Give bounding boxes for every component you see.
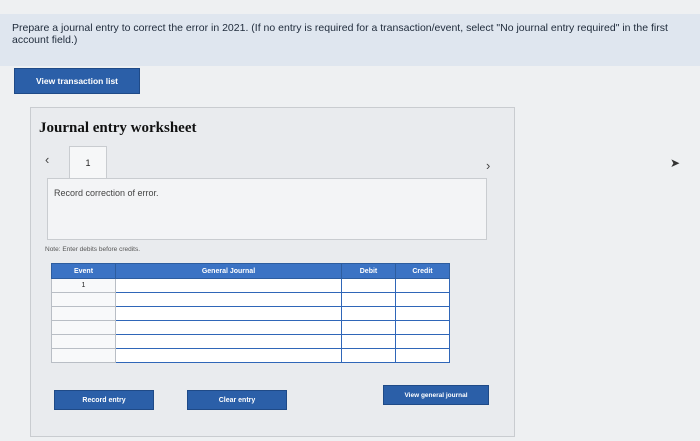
table-row [51, 306, 450, 321]
header-general-journal: General Journal [115, 263, 342, 279]
chevron-left-icon[interactable]: ‹ [45, 152, 49, 167]
view-transaction-list-button[interactable]: View transaction list [14, 68, 140, 94]
journal-table: Event General Journal Debit Credit 1 [51, 263, 450, 363]
record-entry-button[interactable]: Record entry [54, 390, 154, 410]
debit-field[interactable] [341, 348, 396, 363]
table-row [51, 334, 450, 349]
account-field[interactable] [115, 292, 342, 307]
table-row [51, 320, 450, 335]
credit-field[interactable] [395, 334, 450, 349]
description-text: Record correction of error. [54, 188, 159, 198]
event-cell [51, 320, 116, 335]
debit-field[interactable] [341, 292, 396, 307]
debit-field[interactable] [341, 320, 396, 335]
debit-field[interactable] [341, 278, 396, 293]
table-row [51, 348, 450, 363]
header-credit: Credit [395, 263, 450, 279]
credit-field[interactable] [395, 278, 450, 293]
credit-field[interactable] [395, 320, 450, 335]
header-debit: Debit [341, 263, 396, 279]
entry-description: Record correction of error. [47, 178, 487, 240]
credit-field[interactable] [395, 306, 450, 321]
event-cell: 1 [51, 278, 116, 293]
credit-field[interactable] [395, 292, 450, 307]
account-field[interactable] [115, 334, 342, 349]
event-cell [51, 348, 116, 363]
credit-field[interactable] [395, 348, 450, 363]
account-field[interactable] [115, 348, 342, 363]
worksheet-title: Journal entry worksheet [39, 120, 197, 136]
account-field[interactable] [115, 278, 342, 293]
journal-entry-worksheet: Journal entry worksheet ‹ 1 › Record cor… [30, 107, 515, 437]
account-field[interactable] [115, 306, 342, 321]
view-general-journal-button[interactable]: View general journal [383, 385, 489, 405]
debit-field[interactable] [341, 306, 396, 321]
tab-event-1[interactable]: 1 [69, 146, 107, 178]
account-field[interactable] [115, 320, 342, 335]
event-cell [51, 334, 116, 349]
table-row: 1 [51, 278, 450, 293]
instruction-text: Prepare a journal entry to correct the e… [0, 14, 700, 66]
chevron-right-icon[interactable]: › [486, 158, 490, 173]
event-cell [51, 292, 116, 307]
table-row [51, 292, 450, 307]
event-cell [51, 306, 116, 321]
mouse-cursor-icon: ➤ [670, 156, 681, 170]
header-event: Event [51, 263, 116, 279]
note-text: Note: Enter debits before credits. [45, 246, 141, 253]
clear-entry-button[interactable]: Clear entry [187, 390, 287, 410]
debit-field[interactable] [341, 334, 396, 349]
